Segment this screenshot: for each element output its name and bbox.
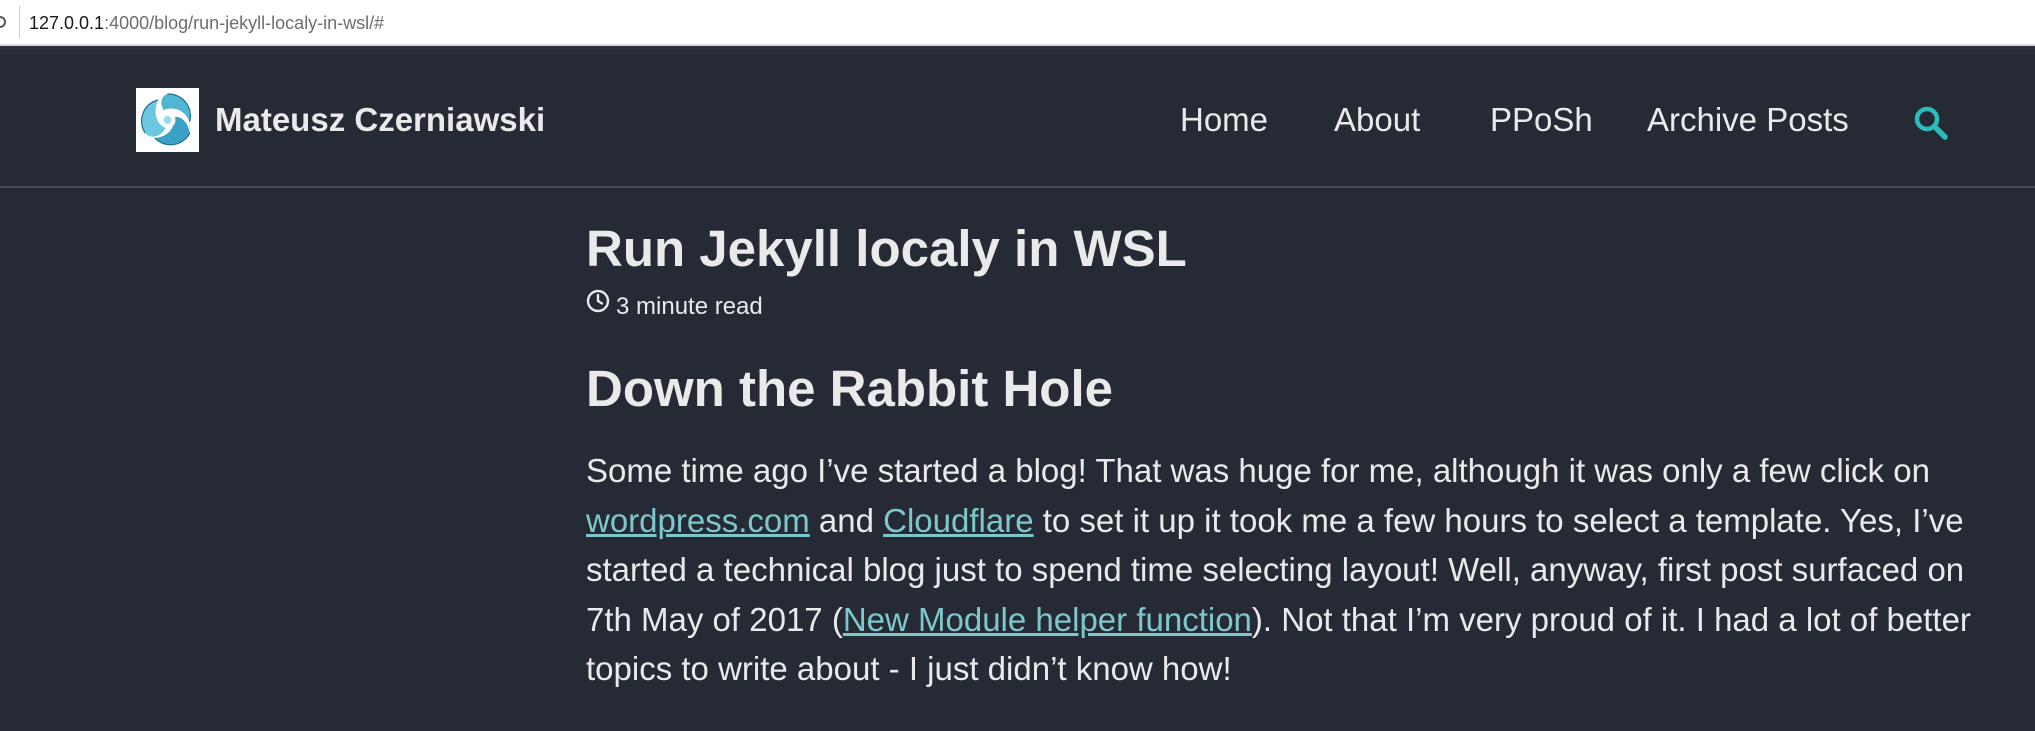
url-host: 127.0.0.1 xyxy=(29,13,105,33)
nav-pposh[interactable]: PPoSh xyxy=(1490,100,1593,140)
toolbar-separator xyxy=(0,46,2035,54)
site-title-link[interactable]: Mateusz Czerniawski xyxy=(215,100,545,140)
site-header: Mateusz Czerniawski Home About PPoSh Arc… xyxy=(0,54,2035,188)
paragraph-text: and xyxy=(809,501,884,539)
clock-icon xyxy=(586,289,610,323)
url-path: :4000/blog/run-jekyll-localy-in-wsl/# xyxy=(104,13,385,33)
site-logo[interactable] xyxy=(136,88,199,152)
post-title: Run Jekyll localy in WSL xyxy=(586,220,1187,277)
section-heading: Down the Rabbit Hole xyxy=(586,360,1113,417)
post-paragraph: Some time ago I’ve started a blog! That … xyxy=(586,446,2016,694)
cloudflare-link[interactable]: Cloudflare xyxy=(883,502,1033,539)
swirl-logo-icon xyxy=(136,88,199,152)
wordpress-link[interactable]: wordpress.com xyxy=(586,502,810,539)
paragraph-text: Some time ago I’ve started a blog! That … xyxy=(586,452,1930,489)
search-button[interactable] xyxy=(1913,105,1949,141)
nav-home[interactable]: Home xyxy=(1180,100,1268,140)
address-bar-divider xyxy=(19,6,20,38)
read-time-label: 3 minute read xyxy=(616,293,763,320)
nav-about[interactable]: About xyxy=(1334,100,1420,140)
nav-archive-posts[interactable]: Archive Posts xyxy=(1647,100,1849,140)
read-time: 3 minute read xyxy=(586,289,763,324)
site-info-icon[interactable] xyxy=(0,16,6,28)
search-icon xyxy=(1914,106,1948,140)
browser-address-bar[interactable]: 127.0.0.1:4000/blog/run-jekyll-localy-in… xyxy=(0,0,2035,46)
url-field[interactable]: 127.0.0.1:4000/blog/run-jekyll-localy-in… xyxy=(29,12,384,34)
new-module-helper-link[interactable]: New Module helper function xyxy=(843,601,1252,638)
